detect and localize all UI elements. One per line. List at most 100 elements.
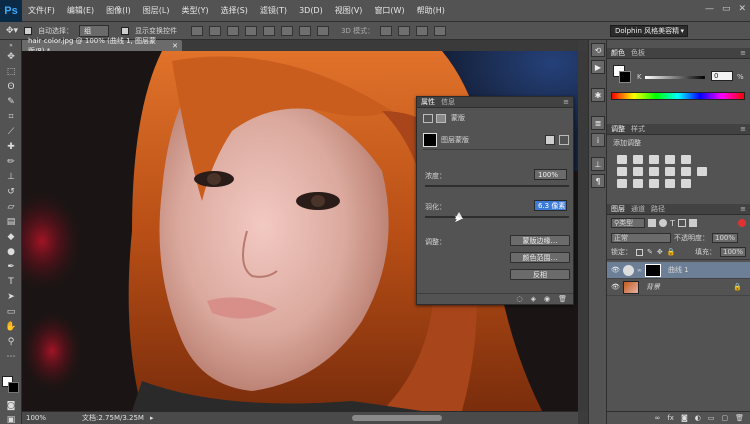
panel-menu-icon[interactable]: ≡ [740,205,746,213]
align-middle-icon[interactable] [209,25,222,36]
tab-adjustments[interactable]: 调整 [611,124,625,134]
align-left-icon[interactable] [245,25,258,36]
filter-kind-dropdown[interactable]: ⚲ 类型 [611,218,645,228]
lock-position-icon[interactable]: ✥ [657,248,663,256]
levels-icon[interactable] [633,155,643,164]
quick-mask-icon[interactable]: ◙ [3,399,19,413]
align-top-icon[interactable] [191,25,204,36]
menu-select[interactable]: 选择(S) [215,5,254,16]
maximize-button[interactable]: ▭ [722,4,731,14]
new-adjustment-icon[interactable]: ◐ [695,414,701,422]
filter-adjust-icon[interactable] [659,219,667,227]
panel-menu-icon[interactable]: ≡ [563,98,569,106]
eyedropper-tool-icon[interactable]: ⟋ [3,125,19,139]
filter-smart-icon[interactable] [688,219,697,227]
close-tab-icon[interactable]: ✕ [172,42,178,50]
visibility-eye-icon[interactable]: 👁 [611,283,620,291]
healing-brush-tool-icon[interactable]: ✚ [3,140,19,154]
menu-view[interactable]: 视图(V) [329,5,369,16]
filter-pixel-icon[interactable] [648,219,656,227]
delete-layer-icon[interactable]: 🗑 [735,414,744,422]
status-menu-icon[interactable]: ▸ [150,414,154,422]
panel-menu-icon[interactable]: ≡ [740,125,746,133]
mask-edge-button[interactable]: 蒙版边缘… [510,235,570,246]
filter-toggle[interactable] [738,219,746,227]
load-selection-icon[interactable]: ◌ [517,295,523,303]
add-mask-icon[interactable]: ◙ [681,414,688,422]
curves-icon[interactable] [649,155,659,164]
menu-image[interactable]: 图像(I) [100,5,137,16]
quick-select-tool-icon[interactable]: ✎ [3,95,19,109]
link-layers-icon[interactable]: ∞ [655,414,661,422]
invert-button[interactable]: 反相 [510,269,570,280]
clone-source-icon[interactable]: ⊥ [591,157,605,171]
black-white-icon[interactable] [649,167,659,176]
edit-toolbar-icon[interactable]: ⋯ [3,350,19,364]
apply-mask-icon[interactable]: ◈ [531,295,536,303]
workspace-dropdown[interactable]: Dolphin 风格美容精 ▾ [610,25,688,37]
auto-select-checkbox[interactable] [24,26,33,35]
distribute-icon[interactable] [299,25,312,36]
hand-tool-icon[interactable]: ✋ [3,320,19,334]
color-lookup-icon[interactable] [697,167,707,176]
photo-filter-icon[interactable] [665,167,675,176]
background-color-swatch[interactable] [619,71,631,83]
rotate-3d-icon[interactable] [380,25,393,36]
show-transform-checkbox[interactable] [121,26,130,35]
density-slider[interactable] [425,185,569,187]
feather-input[interactable]: 6.3 像素 [534,200,567,211]
delete-mask-icon[interactable]: 🗑 [558,295,567,303]
visibility-eye-icon[interactable]: 👁 [611,266,620,274]
vibrance-icon[interactable] [681,155,691,164]
brush-panel-icon[interactable]: ✱ [591,88,605,102]
exposure-icon[interactable] [665,155,675,164]
align-center-icon[interactable] [263,25,276,36]
paragraph-icon[interactable]: ¶ [591,174,605,188]
menu-edit[interactable]: 编辑(E) [61,5,100,16]
new-group-icon[interactable]: ▭ [708,414,715,422]
shape-tool-icon[interactable]: ▭ [3,305,19,319]
zoom-tool-icon[interactable]: ⚲ [3,335,19,349]
menu-file[interactable]: 文件(F) [22,5,61,16]
move-tool-icon[interactable]: ✥ [3,50,19,64]
history-brush-tool-icon[interactable]: ↺ [3,185,19,199]
menu-filter[interactable]: 滤镜(T) [254,5,293,16]
filter-type-icon[interactable]: T [670,219,675,228]
select-mask-icon[interactable] [545,135,555,145]
density-input[interactable]: 100% [534,169,567,180]
tab-layers[interactable]: 图层 [611,204,625,214]
tab-info[interactable]: 信息 [441,97,455,107]
channel-mixer-icon[interactable] [681,167,691,176]
menu-3d[interactable]: 3D(D) [293,6,329,15]
new-layer-icon[interactable]: ▢ [721,414,728,422]
menu-window[interactable]: 窗口(W) [368,5,410,16]
menu-help[interactable]: 帮助(H) [411,5,451,16]
lock-pixels-icon[interactable]: ✎ [647,248,653,256]
horizontal-scrollbar[interactable] [352,415,442,421]
clone-stamp-tool-icon[interactable]: ⊥ [3,170,19,184]
document-canvas[interactable]: 属性 信息 ≡ 蒙版 图层蒙版 浓度： 100% 羽化： 6.3 像素 调整： … [22,51,578,411]
invert-icon[interactable] [617,179,627,188]
roll-3d-icon[interactable] [398,25,411,36]
tab-styles[interactable]: 样式 [631,124,645,134]
properties-icon[interactable]: ≣ [591,116,605,130]
gradient-map-icon[interactable] [665,179,675,188]
menu-type[interactable]: 类型(Y) [175,5,214,16]
vector-mask-icon[interactable] [436,113,446,123]
color-range-button[interactable]: 颜色范围… [510,252,570,263]
opacity-input[interactable]: 100% [712,233,739,243]
hue-saturation-icon[interactable] [617,167,627,176]
vertical-scrollbar[interactable] [578,51,588,411]
tab-swatches[interactable]: 色板 [631,48,645,58]
eraser-tool-icon[interactable]: ▱ [3,200,19,214]
brightness-contrast-icon[interactable] [617,155,627,164]
pen-tool-icon[interactable]: ✒ [3,260,19,274]
blend-mode-dropdown[interactable]: 正常 [611,233,671,243]
selective-color-icon[interactable] [681,179,691,188]
feather-slider[interactable] [425,216,569,218]
pan-3d-icon[interactable] [416,25,429,36]
path-select-tool-icon[interactable]: ➤ [3,290,19,304]
align-bottom-icon[interactable] [227,25,240,36]
close-button[interactable]: ✕ [738,4,746,14]
align-right-icon[interactable] [281,25,294,36]
